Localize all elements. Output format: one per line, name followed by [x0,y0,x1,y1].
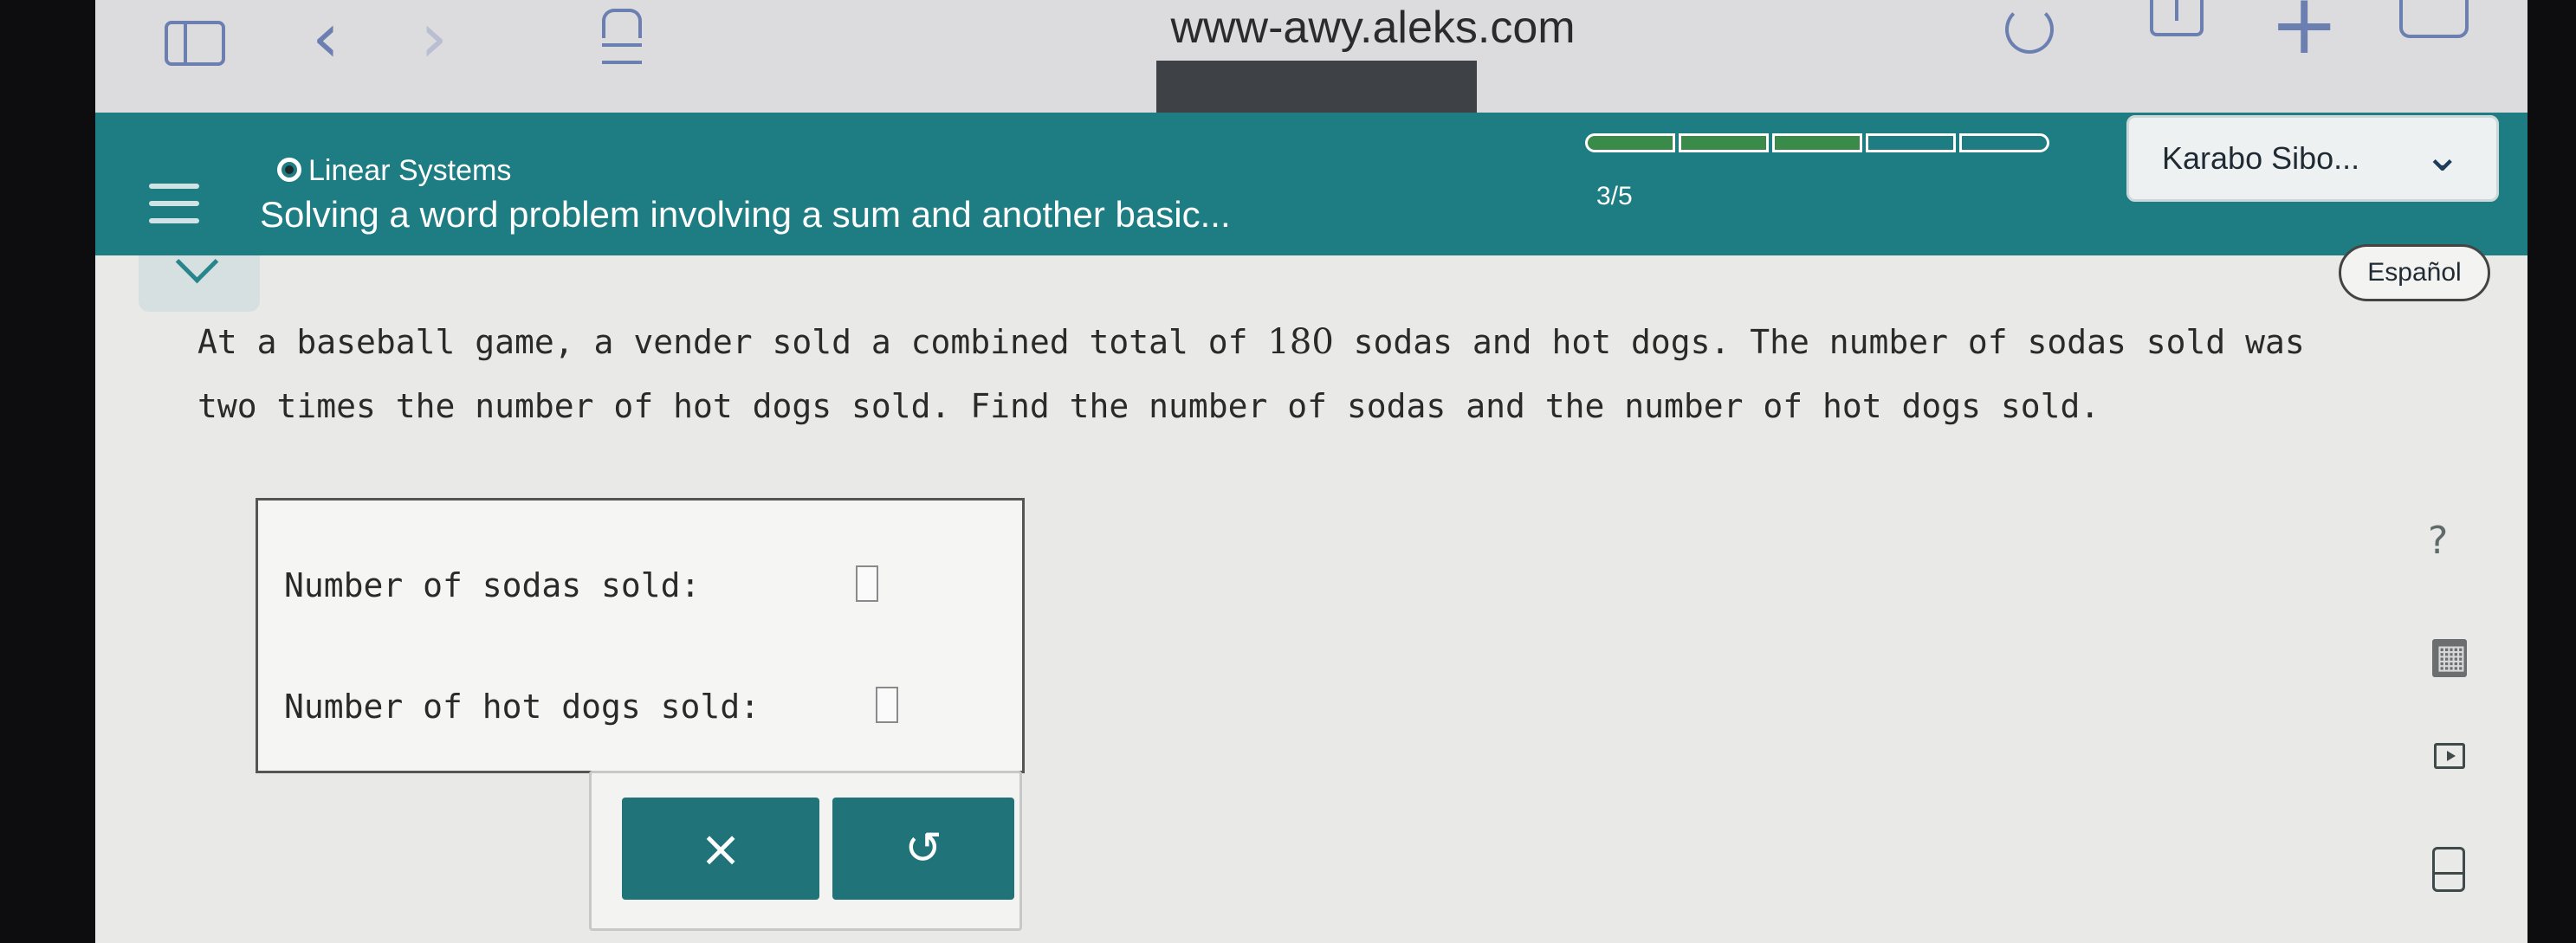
share-icon[interactable] [2150,0,2204,36]
progress-count: 3/5 [1596,182,1633,210]
user-name: Karabo Sibo... [2162,140,2360,176]
lesson-title: Solving a word problem involving a sum a… [260,194,1231,235]
sodas-input[interactable] [856,565,878,602]
address-bar[interactable]: www-awy.aleks.com [1096,0,1650,61]
reload-icon[interactable] [2005,5,2054,54]
undo-button[interactable]: ↺ [832,798,1014,900]
back-icon[interactable]: ‹ [312,3,340,73]
chevron-down-icon [173,255,222,290]
question-text: At a baseball game, a vender sold a comb… [197,310,2363,438]
chevron-down-icon: ⌄ [2424,130,2462,182]
progress-segment [1772,133,1862,152]
topic-name: Linear Systems [308,154,512,187]
calculator-icon[interactable] [2432,637,2467,677]
tabs-icon[interactable] [2399,0,2469,38]
question-number: 180 [1267,322,1334,362]
book-icon[interactable] [2432,847,2465,892]
browser-toolbar: ‹ › www-awy.aleks.com + [95,0,2527,130]
user-menu-button[interactable]: Karabo Sibo... ⌄ [2126,115,2499,202]
collapse-toggle[interactable] [139,255,260,312]
question-part: At a baseball game, a vender sold a comb… [197,323,1268,361]
hot-dogs-input[interactable] [876,687,898,723]
sodas-label: Number of sodas sold: [284,566,701,604]
language-button[interactable]: Español [2339,244,2490,301]
video-icon[interactable] [2434,743,2465,769]
progress-bar [1585,133,2053,154]
progress-segment [1585,133,1675,152]
reader-icon[interactable] [602,9,642,64]
hot-dogs-label: Number of hot dogs sold: [284,688,761,726]
new-tab-icon[interactable]: + [2269,0,2339,66]
progress-segment [1959,133,2049,152]
forward-icon[interactable]: › [420,3,448,73]
aleks-page: Linear Systems Solving a word problem in… [95,113,2527,943]
clear-button[interactable]: × [622,798,819,900]
answer-button-tray: × ↺ [589,771,1022,931]
topic-status-icon [277,158,301,182]
topic-header: Linear Systems Solving a word problem in… [95,113,2527,255]
answer-panel: Number of sodas sold: Number of hot dogs… [256,498,1025,773]
progress-segment [1866,133,1956,152]
progress-segment [1679,133,1769,152]
help-icon[interactable]: ? [2428,515,2448,567]
menu-icon[interactable] [149,184,199,227]
sidebar-icon[interactable] [165,21,225,66]
